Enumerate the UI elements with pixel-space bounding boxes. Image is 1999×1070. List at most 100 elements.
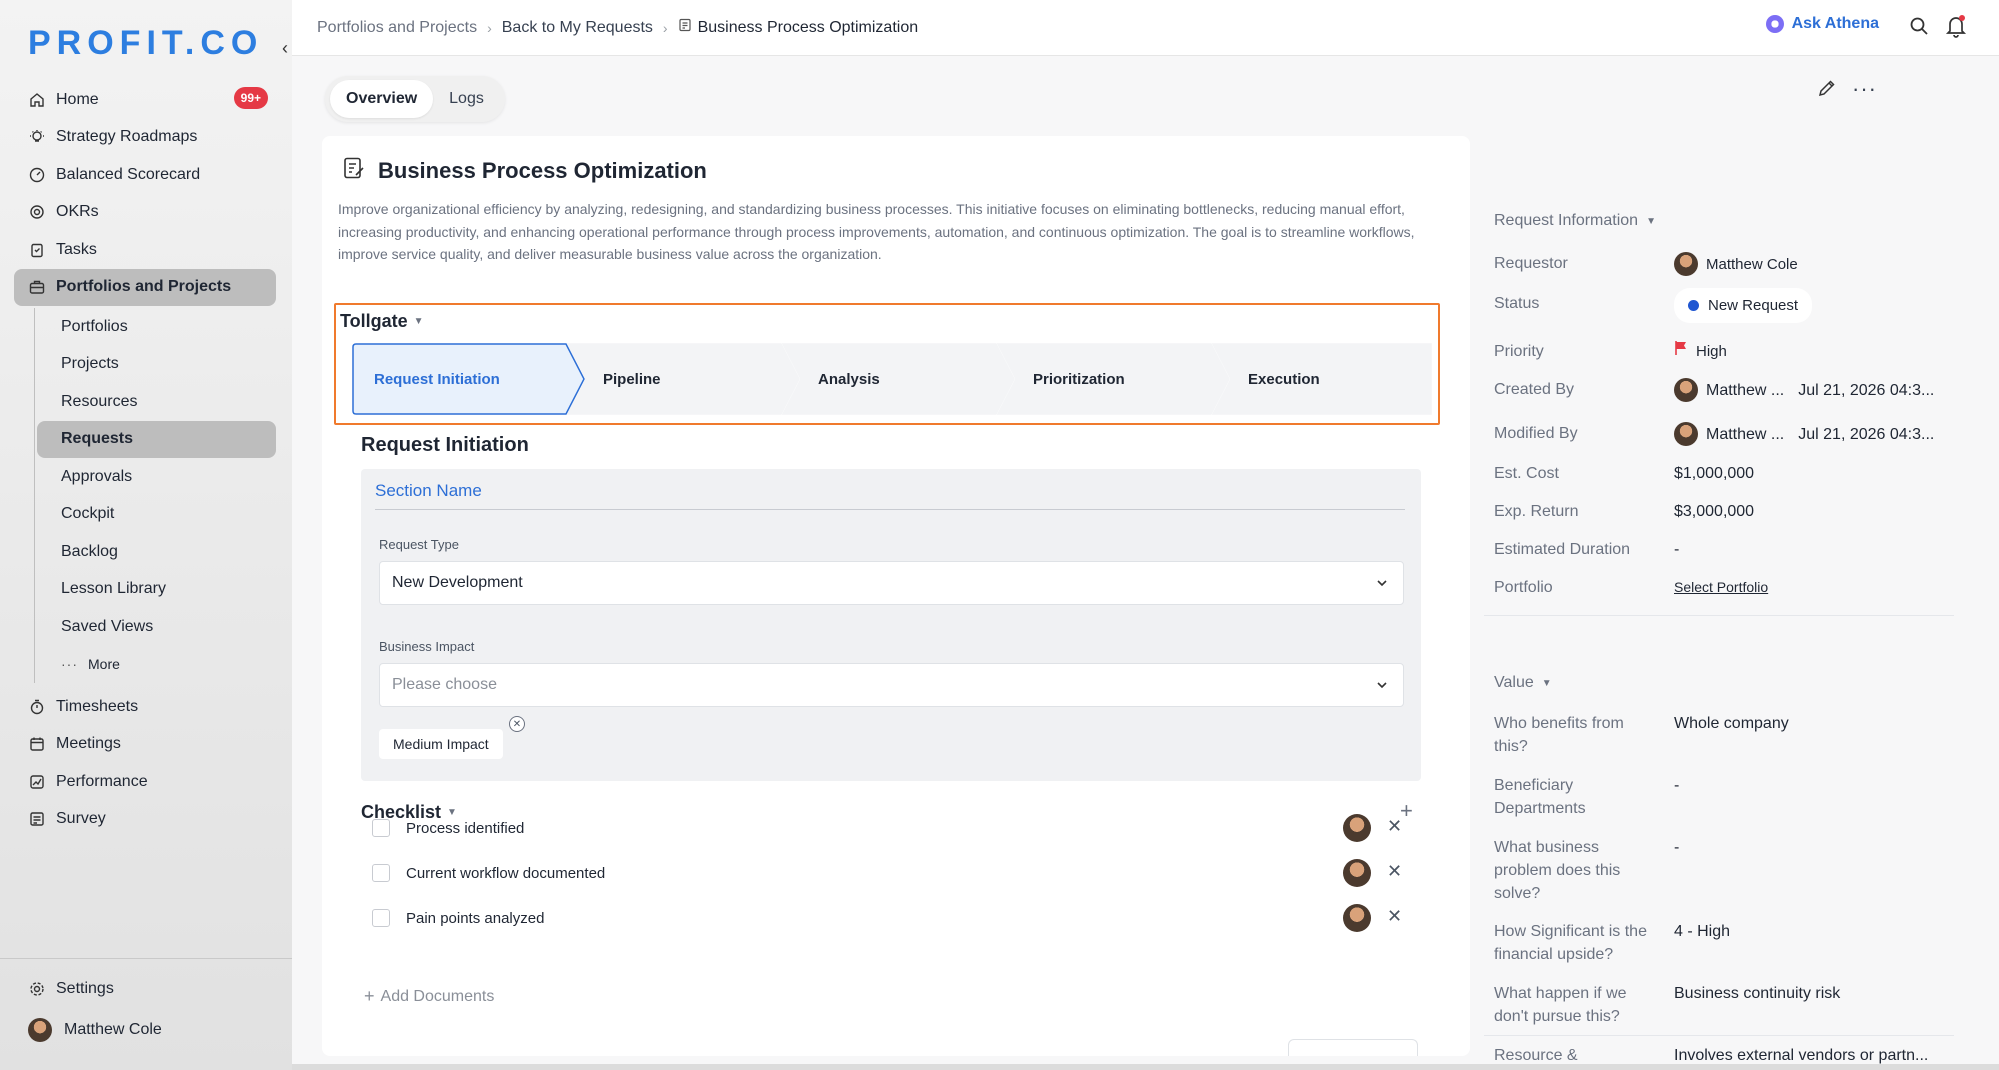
tab-logs[interactable]: Logs <box>433 80 500 118</box>
section-divider <box>375 509 1405 510</box>
value-row-label: Beneficiary Departments <box>1494 777 1586 817</box>
sidebar-item-meetings[interactable]: Meetings <box>14 726 276 764</box>
remove-item-close-icon[interactable]: ✕ <box>1387 906 1402 927</box>
value-row-label: Resource & Compliance <box>1494 1047 1578 1064</box>
request-type-select[interactable]: New Development <box>379 561 1404 605</box>
modified-by-label: Modified By <box>1494 425 1578 442</box>
more-options-icon[interactable]: ··· <box>1852 76 1877 102</box>
checklist-checkbox[interactable] <box>372 819 390 837</box>
subnav-item-requests[interactable]: Requests <box>37 420 276 458</box>
sidebar-item-label: Performance <box>56 772 148 790</box>
subnav-item-saved-views[interactable]: Saved Views <box>49 608 276 646</box>
tollgate-step-execution[interactable]: Execution <box>1212 343 1432 415</box>
stage-section-title: Request Initiation <box>361 434 529 456</box>
subnav-item-backlog[interactable]: Backlog <box>49 533 276 571</box>
tollgate-step-analysis[interactable]: Analysis <box>782 343 1015 415</box>
ask-athena-button[interactable]: Ask Athena <box>1765 15 1879 33</box>
sidebar-item-home[interactable]: Home 99+ <box>14 81 276 119</box>
subnav-item-approvals[interactable]: Approvals <box>49 458 276 496</box>
subnav-item-resources[interactable]: Resources <box>49 383 276 421</box>
checklist-checkbox[interactable] <box>372 864 390 882</box>
tollgate-step-prioritization[interactable]: Prioritization <box>997 343 1230 415</box>
gear-icon <box>28 980 46 998</box>
value-card: Value ▼ Who benefits from this? Whole co… <box>1484 636 1954 1036</box>
checklist-item-text: Pain points analyzed <box>406 909 545 927</box>
title-row: Business Process Optimization <box>342 156 707 185</box>
sidebar-item-portfolios-and-projects[interactable]: Portfolios and Projects <box>14 268 276 306</box>
tab-overview[interactable]: Overview <box>330 80 434 118</box>
modified-date: Jul 21, 2026 04:3... <box>1798 425 1935 443</box>
sidebar-item-settings[interactable]: Settings <box>14 970 276 1008</box>
portfolio-label: Portfolio <box>1494 579 1553 596</box>
top-bar: Portfolios and Projects › Back to My Req… <box>292 0 1999 56</box>
exp-return-label: Exp. Return <box>1494 503 1579 520</box>
business-impact-select[interactable]: Please choose <box>379 663 1404 707</box>
status-value[interactable]: New Request <box>1674 288 1813 323</box>
value-row-value: - <box>1674 777 1680 794</box>
remove-chip-close-icon[interactable]: ✕ <box>509 716 525 732</box>
value-header[interactable]: Value ▼ <box>1494 674 1552 692</box>
remove-item-close-icon[interactable]: ✕ <box>1387 816 1402 837</box>
sidebar-item-performance[interactable]: Performance <box>14 763 276 801</box>
checklist-row: Current workflow documented ✕ <box>372 855 1422 891</box>
sidebar-nav-secondary: Timesheets Meetings Performance Survey <box>14 688 276 838</box>
sidebar-item-survey[interactable]: Survey <box>14 801 276 839</box>
calendar-icon <box>28 735 46 753</box>
plus-icon: + <box>364 986 375 1006</box>
checklist-item-text: Current workflow documented <box>406 864 606 882</box>
footer-action-button[interactable] <box>1288 1039 1418 1056</box>
priority-value[interactable]: High <box>1674 340 1727 363</box>
document-icon <box>678 18 692 37</box>
requestor-label: Requestor <box>1494 255 1568 272</box>
status-text: New Request <box>1708 297 1799 314</box>
remove-item-close-icon[interactable]: ✕ <box>1387 861 1402 882</box>
add-documents-button[interactable]: + Add Documents <box>364 986 494 1007</box>
tollgate-step-label: Analysis <box>818 370 880 388</box>
status-label: Status <box>1494 295 1540 312</box>
breadcrumb-back-to-my-requests[interactable]: Back to My Requests <box>502 19 653 37</box>
priority-label: Priority <box>1494 343 1544 360</box>
value-row-value: Business continuity risk <box>1674 985 1841 1002</box>
sidebar-item-okrs[interactable]: OKRs <box>14 194 276 232</box>
profit-co-logo[interactable]: PROFIT.CO <box>28 24 263 63</box>
sidebar-item-tasks[interactable]: Tasks <box>14 231 276 269</box>
tollgate-label: Tollgate <box>340 311 408 331</box>
subnav-item-lesson-library[interactable]: Lesson Library <box>49 571 276 609</box>
caret-down-icon: ▼ <box>1541 677 1552 689</box>
sidebar-item-balanced-scorecard[interactable]: Balanced Scorecard <box>14 156 276 194</box>
subnav-item-portfolios[interactable]: Portfolios <box>49 308 276 346</box>
subnav-item-more[interactable]: ··· More <box>49 646 276 684</box>
stopwatch-icon <box>28 698 46 716</box>
select-portfolio-link[interactable]: Select Portfolio <box>1674 576 1768 599</box>
red-flag-icon <box>1674 340 1688 363</box>
request-information-header[interactable]: Request Information ▼ <box>1494 212 1656 230</box>
subnav-item-cockpit[interactable]: Cockpit <box>49 496 276 534</box>
breadcrumb-portfolios-and-projects[interactable]: Portfolios and Projects <box>317 19 477 37</box>
breadcrumb-separator-icon: › <box>662 19 668 36</box>
avatar[interactable] <box>1343 904 1371 932</box>
collapse-sidebar-chevron-icon[interactable]: ‹ <box>282 38 288 59</box>
duration-value: - <box>1674 541 1680 558</box>
sidebar-item-timesheets[interactable]: Timesheets <box>14 688 276 726</box>
sidebar-item-strategy-roadmaps[interactable]: Strategy Roadmaps <box>14 119 276 157</box>
portfolios-subnav: Portfolios Projects Resources Requests A… <box>34 308 276 683</box>
main-panel: Overview Logs ··· Business Process Optim… <box>292 56 1999 1064</box>
tollgate-step-request-initiation[interactable]: Request Initiation <box>352 343 585 415</box>
sidebar-item-label: Meetings <box>56 735 121 753</box>
checklist-checkbox[interactable] <box>372 909 390 927</box>
subnav-item-projects[interactable]: Projects <box>49 346 276 384</box>
avatar[interactable] <box>1343 814 1371 842</box>
section-form: Section Name Request Type New Developmen… <box>361 469 1421 781</box>
search-icon[interactable] <box>1909 16 1929 41</box>
edit-pencil-icon[interactable] <box>1817 78 1837 103</box>
est-cost-label: Est. Cost <box>1494 465 1559 482</box>
notification-bell-icon[interactable] <box>1945 14 1967 43</box>
sidebar-user-profile[interactable]: Matthew Cole <box>14 1012 276 1050</box>
value-title: Value <box>1494 674 1534 691</box>
avatar[interactable] <box>1343 859 1371 887</box>
tollgate-header[interactable]: Tollgate ▼ <box>340 311 424 332</box>
duration-label: Estimated Duration <box>1494 541 1631 558</box>
add-documents-label: Add Documents <box>380 987 495 1005</box>
request-detail-card: Business Process Optimization Improve or… <box>322 136 1470 1056</box>
tollgate-step-pipeline[interactable]: Pipeline <box>567 343 800 415</box>
